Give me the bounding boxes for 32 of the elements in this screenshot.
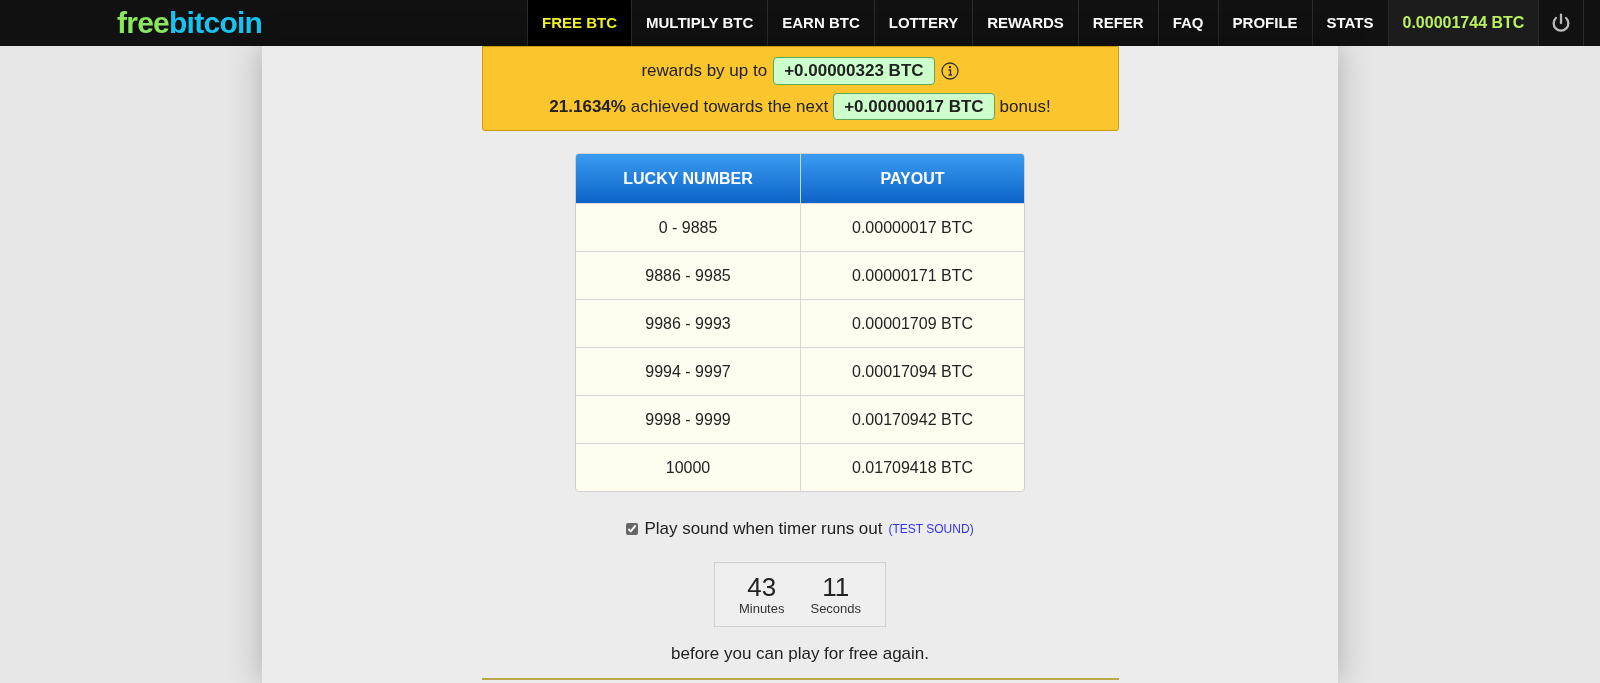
sound-label: Play sound when timer runs out: [644, 518, 883, 540]
table-cell: 0.00001709 BTC: [800, 300, 1024, 347]
timer-unit: Seconds: [810, 601, 862, 615]
table-cell: 0.01709418 BTC: [800, 444, 1024, 491]
table-cell: 0.00000017 BTC: [800, 204, 1024, 251]
table-cell-text: 10000: [664, 457, 712, 478]
table-cell-text: 0 - 9885: [657, 217, 719, 238]
nav-tab[interactable]: FREE BTC: [527, 0, 631, 46]
test-sound-link[interactable]: (TEST SOUND): [888, 519, 974, 538]
bonus-amount: +0.00000323 BTC: [773, 57, 935, 85]
table-cell: 0.00170942 BTC: [800, 396, 1024, 443]
timer-value: 11: [822, 573, 850, 600]
bonus-text: bonus!: [999, 95, 1051, 118]
table-cell-text: 9994 - 9997: [644, 361, 732, 382]
timer-value: 43: [747, 573, 777, 600]
logo[interactable]: freebitcoin: [117, 8, 263, 38]
bonus-amount: +0.00000017 BTC: [833, 92, 995, 120]
table-cell: 0.00000171 BTC: [800, 252, 1024, 299]
table-cell-text: 9986 - 9993: [644, 313, 732, 334]
timer-caption: before you can play for free again.: [671, 642, 929, 665]
table-cell-text: 9886 - 9985: [644, 265, 732, 286]
balance-display: 0.00001744 BTC: [1387, 0, 1539, 46]
sound-checkbox[interactable]: [626, 522, 639, 535]
bonus-text: rewards by up to: [641, 60, 768, 82]
column-header: PAYOUT: [800, 154, 1024, 203]
logout-button[interactable]: [1538, 0, 1585, 46]
column-header: LUCKY NUMBER: [622, 168, 754, 189]
bonus-progress-text: 21.1634% achieved towards the next: [549, 95, 829, 118]
info-icon[interactable]: [940, 61, 959, 80]
timer-unit: Minutes: [738, 601, 785, 615]
table-cell: 0.00017094 BTC: [800, 348, 1024, 395]
table-cell-text: 9998 - 9999: [644, 409, 732, 430]
